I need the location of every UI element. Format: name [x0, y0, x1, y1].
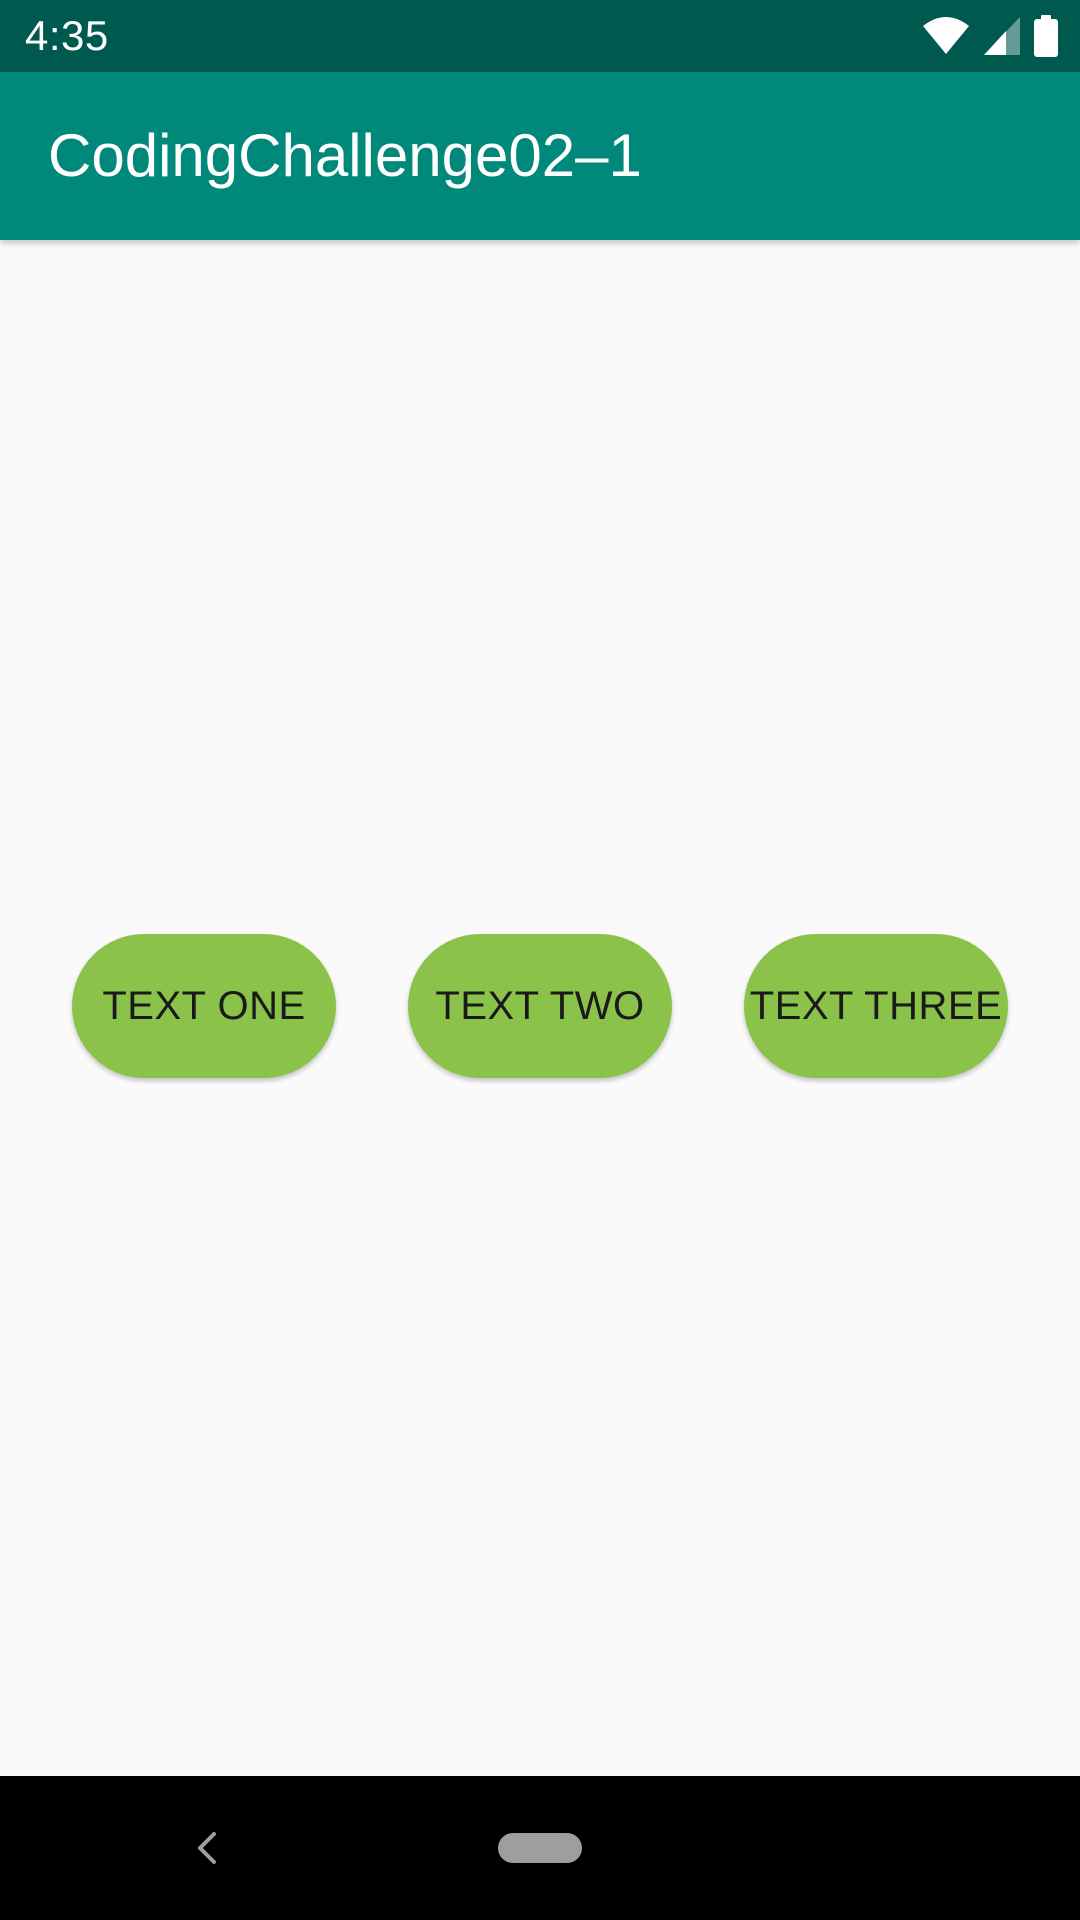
- navigation-bar: [0, 1776, 1080, 1920]
- text-three-button[interactable]: TEXT THREE: [744, 934, 1008, 1078]
- app-title: CodingChallenge02–1: [48, 122, 642, 189]
- status-time: 4:35: [25, 12, 109, 59]
- status-icons: [922, 14, 1058, 58]
- text-one-button[interactable]: TEXT ONE: [72, 934, 336, 1078]
- app-bar: CodingChallenge02–1: [0, 72, 1080, 240]
- status-bar: 4:35: [0, 0, 1080, 72]
- screen: 4:35 CodingChallenge02–1 TEXT ONE TEXT T…: [0, 0, 1080, 1920]
- wifi-icon: [922, 16, 970, 56]
- cell-signal-icon: [984, 17, 1020, 55]
- back-icon[interactable]: [186, 1822, 226, 1874]
- text-two-button[interactable]: TEXT TWO: [408, 934, 672, 1078]
- battery-icon: [1034, 15, 1058, 57]
- home-pill-icon[interactable]: [498, 1833, 582, 1863]
- main-content: TEXT ONE TEXT TWO TEXT THREE: [0, 240, 1080, 1776]
